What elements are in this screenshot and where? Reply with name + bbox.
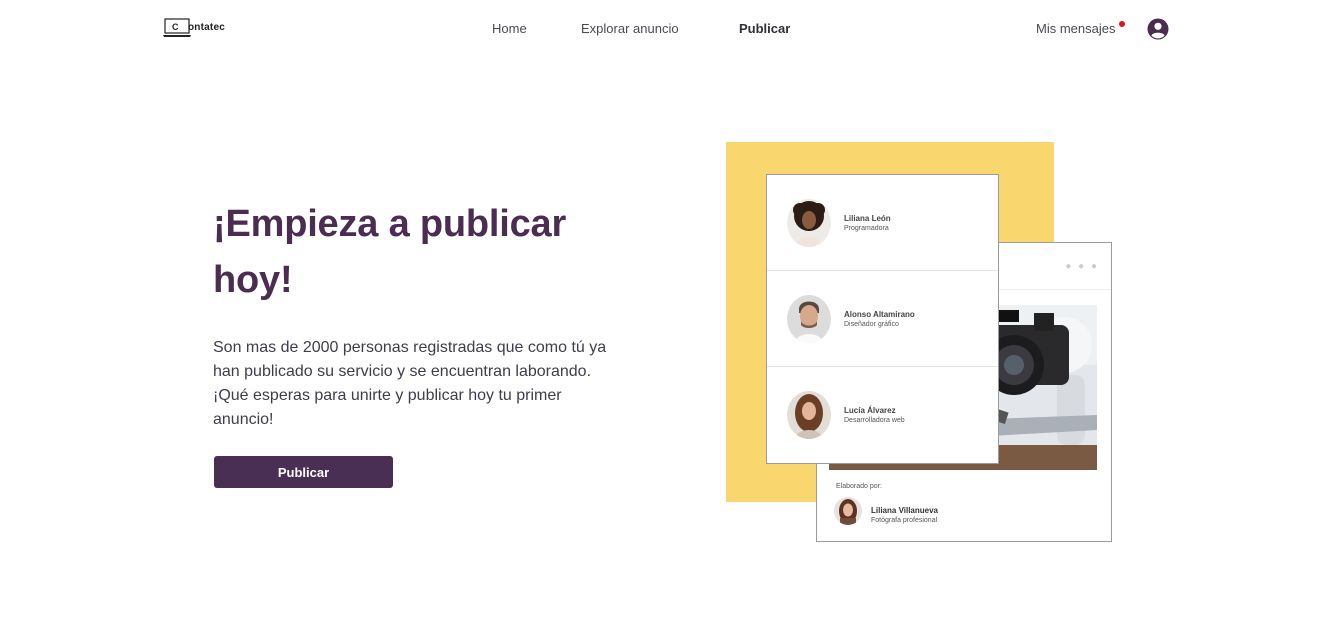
person-name: Alonso Altamirano bbox=[844, 310, 915, 319]
list-item: Alonso Altamirano Diseñador gráfico bbox=[767, 271, 998, 367]
author-avatar bbox=[834, 497, 862, 525]
post-author-role: Fotógrafa profesional bbox=[871, 517, 938, 524]
nav-publish[interactable]: Publicar bbox=[739, 21, 790, 36]
nav-home[interactable]: Home bbox=[492, 21, 527, 36]
avatar bbox=[787, 199, 831, 247]
publish-button[interactable]: Publicar bbox=[214, 456, 393, 488]
person-name: Lucía Álvarez bbox=[844, 406, 896, 415]
logo-text: ontatec bbox=[188, 22, 225, 33]
nav-messages[interactable]: Mis mensajes bbox=[1036, 21, 1115, 36]
person-role: Desarrolladora web bbox=[844, 417, 905, 424]
avatar bbox=[787, 391, 831, 439]
notification-dot bbox=[1119, 21, 1125, 27]
post-author-label: Elaborado por: bbox=[836, 483, 882, 490]
list-item: Liliana León Programadora bbox=[767, 175, 998, 271]
person-role: Programadora bbox=[844, 225, 889, 232]
person-name: Liliana León bbox=[844, 214, 891, 223]
more-options-icon: ● ● ● bbox=[1065, 261, 1099, 272]
people-list-card: Liliana León Programadora Alonso Altamir… bbox=[766, 174, 999, 464]
hero-title: ¡Empieza a publicar hoy! bbox=[213, 203, 567, 301]
post-author-name: Liliana Villanueva bbox=[871, 506, 938, 515]
user-circle-icon[interactable] bbox=[1147, 18, 1169, 40]
avatar bbox=[787, 295, 831, 343]
logo-letter: C bbox=[172, 22, 179, 32]
nav-explore[interactable]: Explorar anuncio bbox=[581, 21, 679, 36]
hero-description: Son mas de 2000 personas registradas que… bbox=[213, 339, 607, 428]
person-role: Diseñador gráfico bbox=[844, 321, 899, 328]
top-navbar: C ontatec Home Explorar anuncio Publicar… bbox=[0, 0, 1338, 60]
brand-logo[interactable]: C ontatec bbox=[163, 17, 243, 41]
list-item: Lucía Álvarez Desarrolladora web bbox=[767, 367, 998, 463]
